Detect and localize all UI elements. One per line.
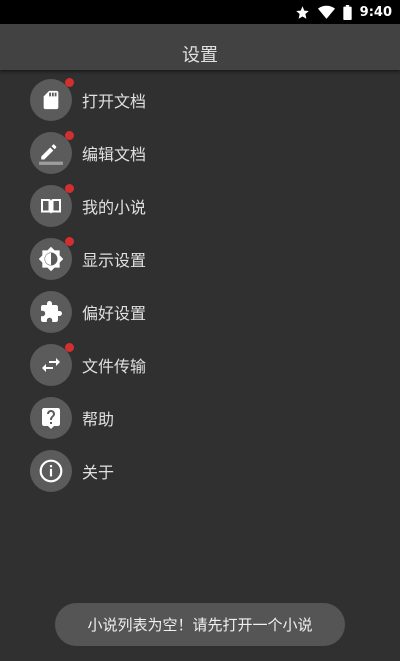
battery-icon [342, 4, 352, 20]
status-time: 9:40 [359, 4, 392, 20]
menu-item-label: 编辑文档 [82, 144, 147, 164]
notification-badge [65, 342, 74, 352]
page-title: 设置 [182, 45, 218, 66]
sd-card-icon [40, 89, 62, 111]
menu-item-label: 我的小说 [82, 197, 147, 217]
menu-item-label: 显示设置 [82, 250, 147, 270]
menu-item-file-transfer[interactable]: 文件传输 [30, 338, 370, 391]
notification-badge [65, 77, 74, 87]
help-icon [39, 406, 63, 430]
menu-item-label: 偏好设置 [82, 303, 147, 323]
menu-icon-circle [30, 130, 74, 174]
menu-item-edit-document[interactable]: 编辑文档 [30, 126, 370, 179]
pencil-icon [38, 140, 64, 166]
notification-badge [65, 236, 74, 246]
menu-item-display-settings[interactable]: 显示设置 [30, 232, 370, 285]
menu-icon-circle [30, 396, 72, 439]
book-icon [39, 194, 63, 218]
notification-badge [65, 130, 74, 140]
menu-item-about[interactable]: 关于 [30, 444, 370, 497]
puzzle-icon [39, 300, 63, 324]
settings-menu: 打开文档 编辑文档 我的小说 显示设置 偏好设置 文件传输 帮助 关于 [30, 73, 370, 497]
menu-icon-circle [30, 183, 74, 227]
menu-item-label: 打开文档 [82, 91, 147, 111]
menu-item-label: 帮助 [82, 409, 115, 429]
app-bar: 设置 [0, 24, 400, 70]
menu-icon-circle [30, 236, 74, 280]
menu-item-help[interactable]: 帮助 [30, 391, 370, 444]
menu-item-label: 文件传输 [82, 356, 147, 376]
menu-icon-circle [30, 290, 72, 333]
menu-icon-circle [30, 449, 72, 492]
brightness-icon [38, 246, 64, 272]
menu-item-preferences[interactable]: 偏好设置 [30, 285, 370, 338]
info-icon [38, 458, 64, 484]
menu-icon-circle [30, 342, 74, 386]
menu-icon-circle [30, 77, 74, 121]
star-icon [295, 5, 310, 20]
wifi-icon [317, 5, 335, 20]
status-bar: 9:40 [0, 0, 400, 24]
notification-badge [65, 183, 74, 193]
menu-item-open-document[interactable]: 打开文档 [30, 73, 370, 126]
toast-message: 小说列表为空！请先打开一个小说 [55, 603, 345, 646]
menu-item-my-novels[interactable]: 我的小说 [30, 179, 370, 232]
menu-item-label: 关于 [82, 462, 115, 482]
transfer-icon [39, 353, 63, 377]
